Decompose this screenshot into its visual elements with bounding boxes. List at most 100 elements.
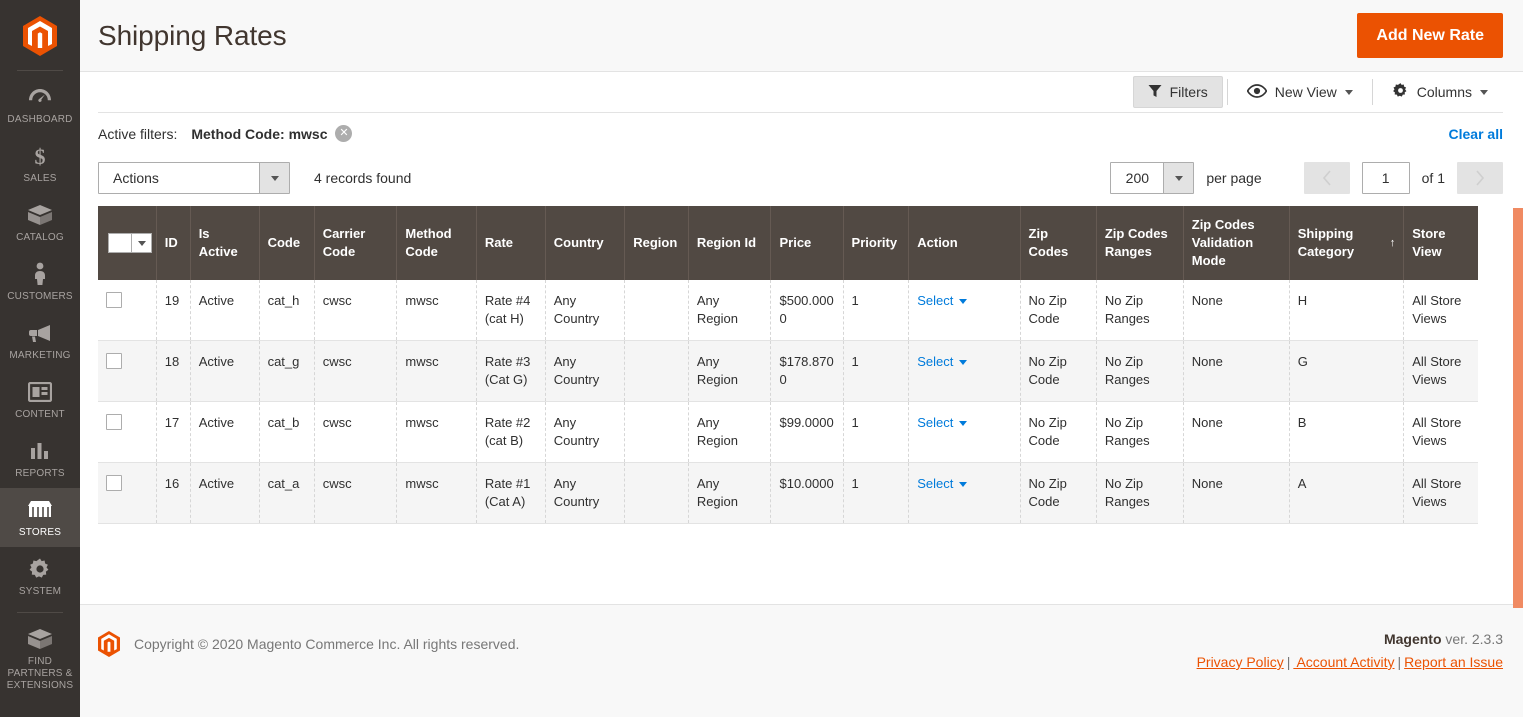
- sidebar-item-label: MARKETING: [9, 350, 71, 361]
- cell-action[interactable]: Select: [908, 340, 1021, 402]
- columns-label: Columns: [1416, 84, 1472, 100]
- col-header-id[interactable]: ID: [156, 206, 191, 280]
- col-header-zip-codes[interactable]: Zip Codes: [1020, 206, 1097, 280]
- col-header-action[interactable]: Action: [908, 206, 1021, 280]
- col-header-country[interactable]: Country: [545, 206, 626, 280]
- select-action-link[interactable]: Select: [917, 353, 968, 371]
- chevron-down-icon[interactable]: [259, 163, 289, 193]
- select-all-dropdown[interactable]: [108, 233, 152, 253]
- col-header-rate[interactable]: Rate: [476, 206, 546, 280]
- select-action-link[interactable]: Select: [917, 475, 968, 493]
- select-all-checkbox[interactable]: [109, 234, 131, 252]
- version-text: Magento ver. 2.3.3: [1197, 631, 1503, 647]
- sidebar-item-stores[interactable]: STORES: [0, 488, 80, 547]
- cell-zip-codes-validation-mode: None: [1183, 401, 1290, 463]
- cell-priority: 1: [843, 401, 910, 463]
- chevron-down-icon: [1344, 89, 1353, 95]
- row-checkbox[interactable]: [106, 292, 122, 308]
- table-row[interactable]: 17 Active cat_b cwsc mwsc Rate #2 (cat B) Any …: [98, 401, 1478, 463]
- page-number-input[interactable]: 1: [1361, 162, 1410, 194]
- privacy-policy-link[interactable]: Privacy Policy: [1197, 654, 1284, 670]
- new-view-button[interactable]: New View: [1232, 76, 1368, 108]
- col-header-region-id[interactable]: Region Id: [688, 206, 772, 280]
- page-footer: Copyright © 2020 Magento Commerce Inc. A…: [80, 604, 1523, 717]
- row-checkbox[interactable]: [106, 414, 122, 430]
- row-select-cell[interactable]: [98, 462, 157, 524]
- magento-logo[interactable]: [0, 8, 80, 64]
- row-select-cell[interactable]: [98, 340, 157, 402]
- vertical-scrollbar-thumb[interactable]: [1513, 208, 1523, 608]
- magento-logo-icon: [98, 631, 120, 657]
- grid-scroll-area: ID Is Active Code Carrier Code Method Co…: [98, 206, 1503, 524]
- col-header-code[interactable]: Code: [259, 206, 315, 280]
- account-activity-link[interactable]: Account Activity: [1293, 654, 1394, 670]
- close-icon[interactable]: ✕: [335, 125, 353, 142]
- filters-button[interactable]: Filters: [1132, 76, 1223, 108]
- select-action-label: Select: [917, 293, 954, 308]
- row-checkbox[interactable]: [106, 475, 122, 491]
- report-an-issue-link[interactable]: Report an Issue: [1404, 654, 1503, 670]
- sidebar-item-marketing[interactable]: MARKETING: [0, 311, 80, 370]
- row-select-cell[interactable]: [98, 401, 157, 463]
- col-header-is-active[interactable]: Is Active: [190, 206, 260, 280]
- cell-action[interactable]: Select: [908, 280, 1021, 341]
- cell-country: Any Country: [545, 462, 626, 524]
- clear-all-link[interactable]: Clear all: [1449, 126, 1503, 142]
- col-header-region[interactable]: Region: [624, 206, 689, 280]
- table-row[interactable]: 16 Active cat_a cwsc mwsc Rate #1 (Cat A) Any …: [98, 462, 1478, 524]
- col-header-shipping-category[interactable]: Shipping Category ↑: [1289, 206, 1405, 280]
- cell-zip-codes-ranges: No Zip Ranges: [1096, 401, 1184, 463]
- select-all-header[interactable]: [98, 206, 157, 280]
- sidebar-item-content[interactable]: CONTENT: [0, 370, 80, 429]
- page-header: Shipping Rates Add New Rate: [80, 0, 1523, 72]
- funnel-icon: [1148, 84, 1162, 101]
- sidebar-item-reports[interactable]: REPORTS: [0, 429, 80, 488]
- per-page-select[interactable]: 200: [1110, 162, 1195, 194]
- col-header-store-view[interactable]: Store View: [1403, 206, 1478, 280]
- table-row[interactable]: 18 Active cat_g cwsc mwsc Rate #3 (Cat G) Any …: [98, 340, 1478, 402]
- sidebar-divider-bottom: [17, 612, 63, 613]
- col-header-priority[interactable]: Priority: [843, 206, 910, 280]
- cell-action[interactable]: Select: [908, 462, 1021, 524]
- col-header-price[interactable]: Price: [770, 206, 844, 280]
- gear-icon: [1392, 82, 1409, 102]
- select-action-link[interactable]: Select: [917, 414, 968, 432]
- sidebar-item-catalog[interactable]: CATALOG: [0, 193, 80, 252]
- table-row[interactable]: 19 Active cat_h cwsc mwsc Rate #4 (cat H) Any …: [98, 280, 1478, 341]
- col-header-method-code[interactable]: Method Code: [396, 206, 477, 280]
- select-action-link[interactable]: Select: [917, 292, 968, 310]
- actions-paging-row: Actions 4 records found 200 per page 1 o…: [98, 154, 1503, 206]
- row-checkbox[interactable]: [106, 353, 122, 369]
- toolbar-separator-1: [1226, 79, 1228, 105]
- cell-action[interactable]: Select: [908, 401, 1021, 463]
- cell-method-code: mwsc: [396, 280, 477, 341]
- actions-select-value: Actions: [99, 163, 259, 193]
- row-select-cell[interactable]: [98, 280, 157, 341]
- cell-price: $99.0000: [770, 401, 844, 463]
- storefront-icon: [27, 497, 53, 523]
- sidebar-item-find-partners-extensions[interactable]: FIND PARTNERS & EXTENSIONS: [0, 617, 80, 700]
- cell-code: cat_b: [259, 401, 315, 463]
- col-header-zip-codes-validation-mode[interactable]: Zip Codes Validation Mode: [1183, 206, 1290, 280]
- next-page-button[interactable]: [1457, 162, 1503, 194]
- cell-shipping-category: A: [1289, 462, 1405, 524]
- chevron-down-icon[interactable]: [1163, 163, 1194, 193]
- cell-is-active: Active: [190, 401, 260, 463]
- cell-country: Any Country: [545, 280, 626, 341]
- columns-button[interactable]: Columns: [1377, 76, 1503, 108]
- previous-page-button[interactable]: [1303, 162, 1350, 194]
- extensions-box-icon: [27, 626, 53, 652]
- sidebar-item-sales[interactable]: $ SALES: [0, 134, 80, 193]
- col-header-zip-codes-ranges[interactable]: Zip Codes Ranges: [1096, 206, 1184, 280]
- add-new-rate-button[interactable]: Add New Rate: [1357, 13, 1503, 58]
- sidebar-item-system[interactable]: SYSTEM: [0, 547, 80, 606]
- col-header-carrier-code[interactable]: Carrier Code: [314, 206, 398, 280]
- cell-shipping-category: B: [1289, 401, 1405, 463]
- sidebar-item-customers[interactable]: CUSTOMERS: [0, 252, 80, 311]
- chevron-down-icon: [959, 481, 968, 487]
- actions-select[interactable]: Actions: [98, 162, 290, 194]
- chevron-down-icon[interactable]: [131, 234, 151, 252]
- sidebar-item-dashboard[interactable]: DASHBOARD: [0, 75, 80, 134]
- catalog-box-icon: [27, 202, 53, 228]
- sidebar-divider-top: [17, 70, 63, 71]
